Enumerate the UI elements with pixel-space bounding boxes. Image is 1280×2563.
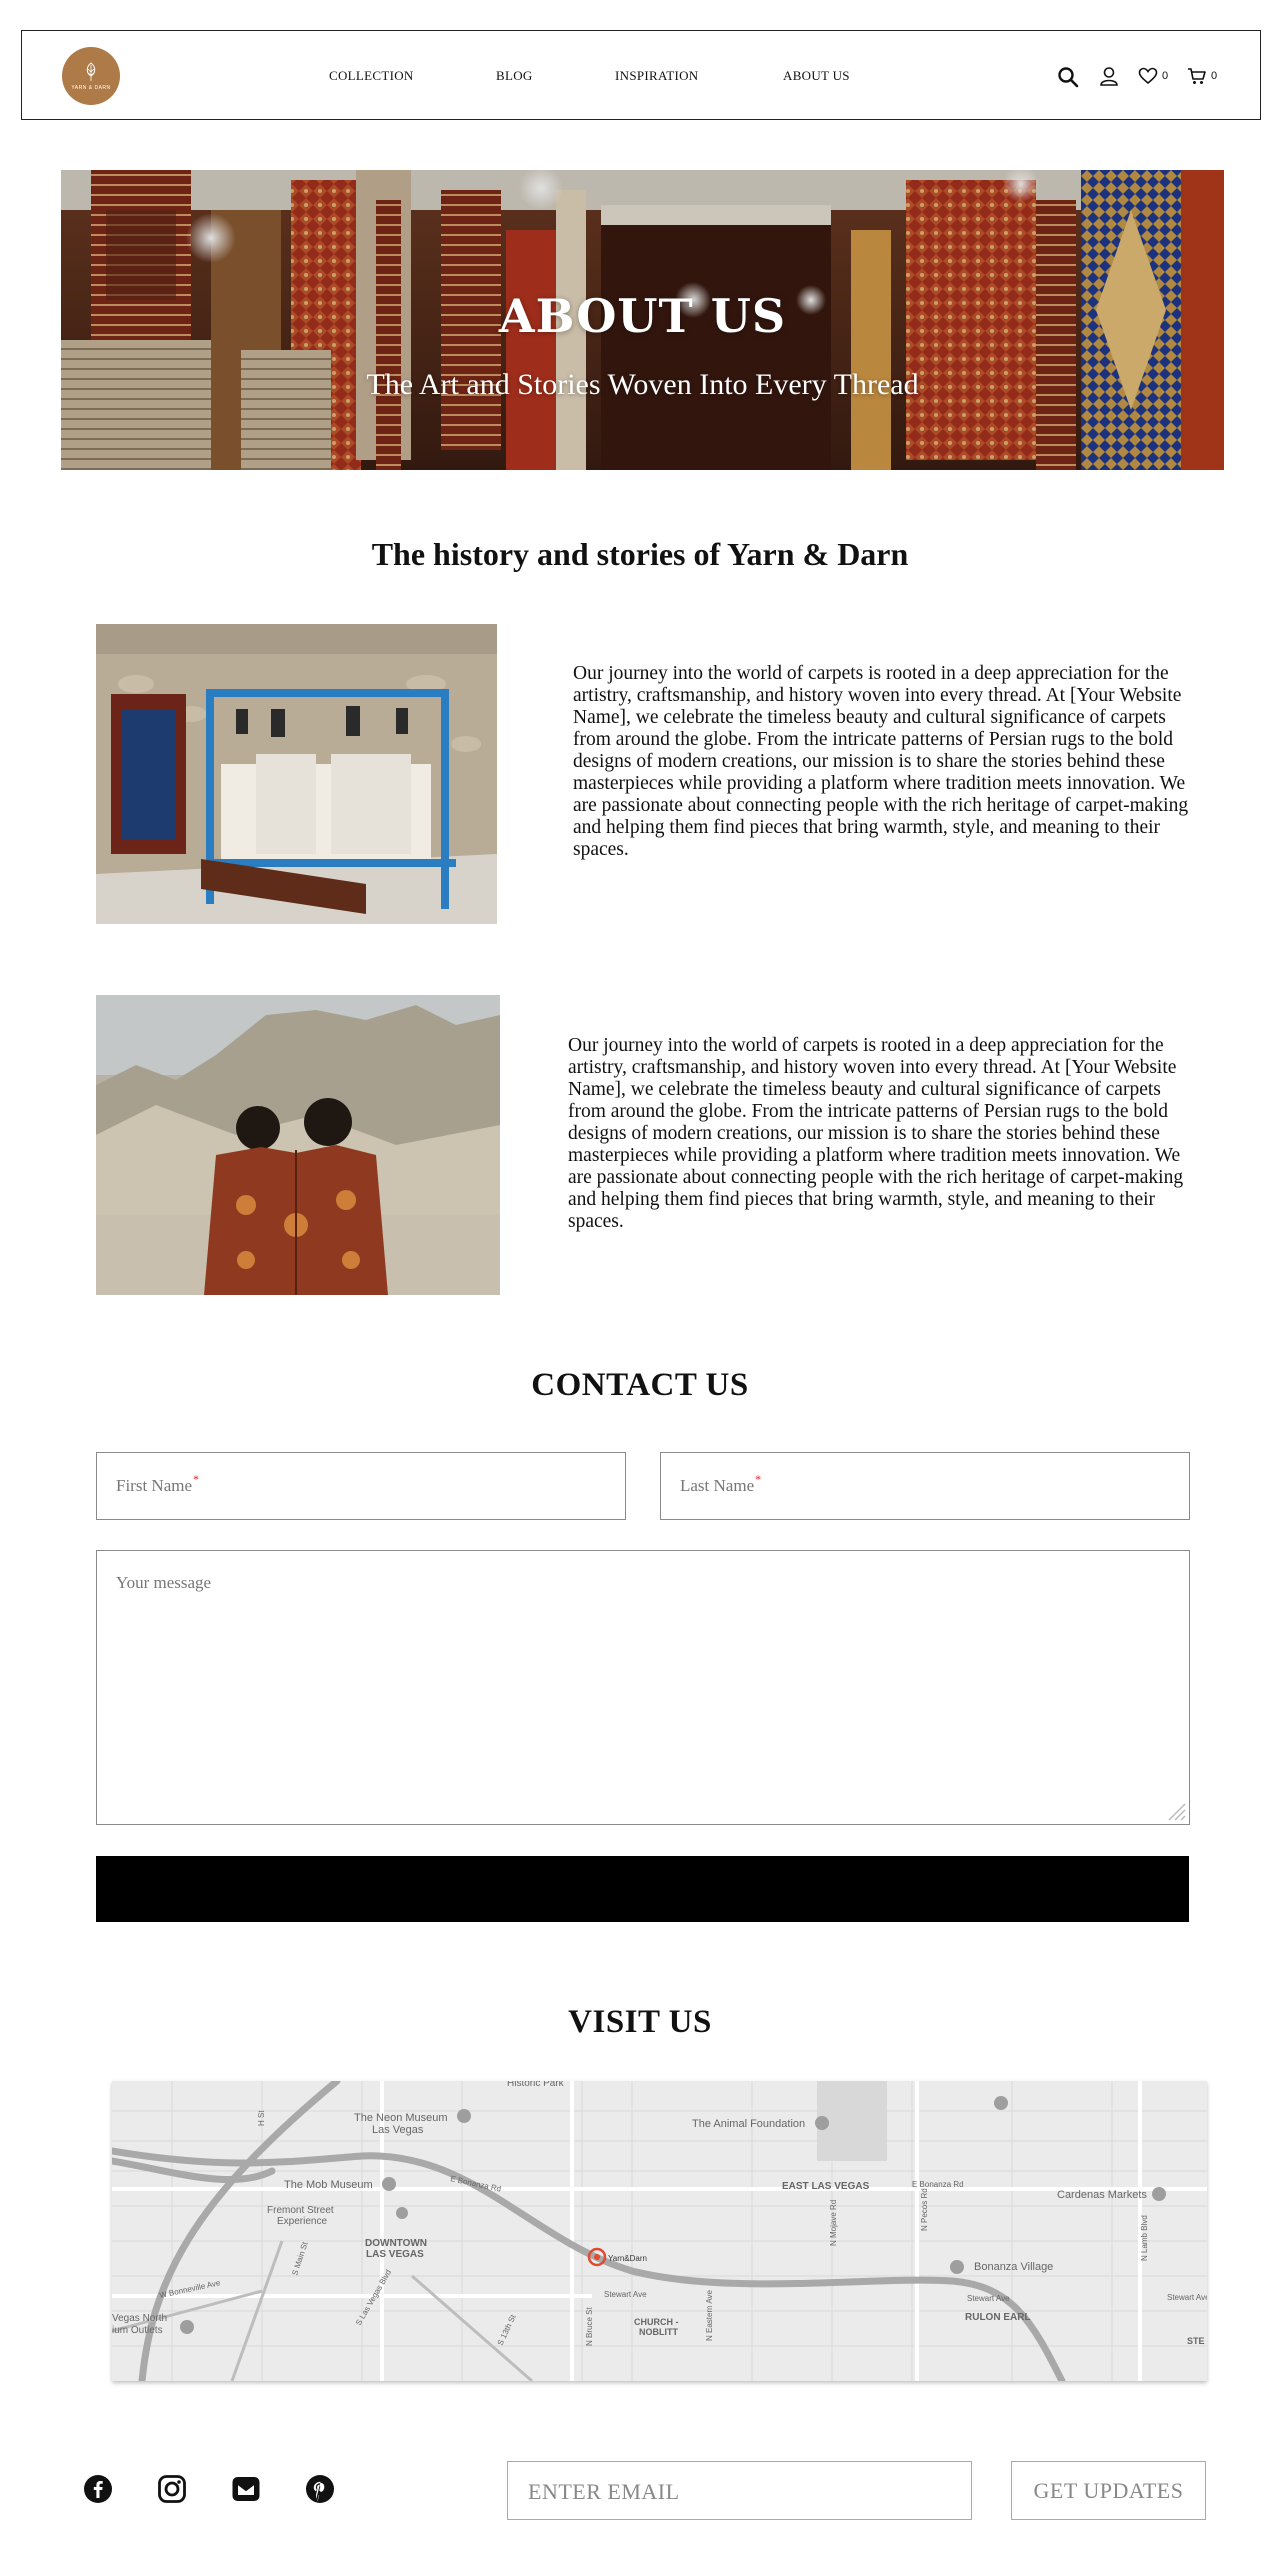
map-label-neon-museum-2: Las Vegas bbox=[372, 2124, 424, 2136]
wishlist-button[interactable]: 0 bbox=[1138, 67, 1168, 85]
site-header: YARN & DARN COLLECTION BLOG INSPIRATION … bbox=[21, 30, 1261, 120]
nav-inspiration[interactable]: INSPIRATION bbox=[615, 68, 698, 84]
map-label-n-eastern: N Eastern Ave bbox=[705, 2289, 714, 2341]
last-name-field[interactable]: Last Name* bbox=[660, 1452, 1190, 1520]
nav-collection[interactable]: COLLECTION bbox=[329, 68, 414, 84]
visit-title: VISIT US bbox=[568, 2004, 712, 2040]
loom-room-image bbox=[96, 624, 497, 924]
map-label-h-st: H St bbox=[257, 2110, 266, 2126]
account-button[interactable] bbox=[1099, 66, 1119, 87]
user-icon bbox=[1100, 67, 1118, 86]
brand-logo[interactable]: YARN & DARN bbox=[62, 47, 120, 105]
map-label-fremont: Fremont Street bbox=[267, 2205, 334, 2216]
required-mark: * bbox=[755, 1472, 762, 1486]
history-title: The history and stories of Yarn & Darn bbox=[371, 536, 909, 572]
nav-blog[interactable]: BLOG bbox=[496, 68, 533, 84]
message-placeholder: Your message bbox=[116, 1573, 212, 1592]
map-label-n-mojave: N Mojave Rd bbox=[829, 2200, 838, 2246]
instagram-link[interactable] bbox=[155, 2472, 189, 2506]
about-hero-banner: ABOUT US The Art and Stories Woven Into … bbox=[61, 170, 1224, 470]
map-label-church-2: NOBLITT bbox=[639, 2327, 678, 2337]
map-canvas: Historic Park The Neon Museum Las Vegas … bbox=[112, 2081, 1207, 2381]
map-label-vegas-north: Vegas North bbox=[112, 2313, 167, 2324]
map-label-pin: Yarn&Darn bbox=[608, 2254, 647, 2263]
map-label-n-bruce: N Bruce St bbox=[585, 2307, 594, 2346]
hero-subtitle: The Art and Stories Woven Into Every Thr… bbox=[366, 368, 919, 401]
map-label-vegas-north-2: ium Outlets bbox=[112, 2325, 163, 2336]
story-paragraph-2: Our journey into the world of carpets is… bbox=[568, 1035, 1184, 1232]
cart-button[interactable]: 0 bbox=[1187, 67, 1217, 85]
contact-title: CONTACT US bbox=[531, 1367, 749, 1403]
map-label-stewart-2: Stewart Ave bbox=[967, 2294, 1010, 2303]
search-icon bbox=[1058, 67, 1079, 88]
map-label-downtown-2: LAS VEGAS bbox=[366, 2249, 424, 2260]
mail-icon bbox=[232, 2477, 260, 2501]
map-label-neon-museum: The Neon Museum bbox=[354, 2112, 448, 2124]
map-label-rulon: RULON EARL bbox=[965, 2312, 1031, 2323]
resize-handle-icon[interactable] bbox=[1163, 1798, 1187, 1822]
cart-icon bbox=[1188, 68, 1206, 84]
map-label-stewart: Stewart Ave bbox=[604, 2290, 647, 2299]
heart-icon bbox=[1138, 67, 1158, 85]
nav-about-us[interactable]: ABOUT US bbox=[783, 68, 850, 84]
map-label-n-lamb: N Lamb Blvd bbox=[1140, 2215, 1149, 2261]
logo-text: YARN & DARN bbox=[71, 85, 111, 91]
facebook-link[interactable] bbox=[81, 2472, 115, 2506]
map-label-mob-museum: The Mob Museum bbox=[284, 2179, 373, 2191]
map-label-n-pecos: N Pecos Rd bbox=[920, 2188, 929, 2231]
first-name-placeholder: First Name bbox=[116, 1476, 193, 1495]
last-name-placeholder: Last Name bbox=[680, 1476, 755, 1495]
hero-title: ABOUT US bbox=[498, 289, 787, 343]
map-label-bonanza-village: Bonanza Village bbox=[974, 2261, 1053, 2273]
pinterest-icon bbox=[306, 2475, 334, 2503]
email-placeholder: ENTER EMAIL bbox=[528, 2479, 680, 2504]
instagram-icon bbox=[158, 2475, 186, 2503]
location-map[interactable]: Historic Park The Neon Museum Las Vegas … bbox=[112, 2081, 1207, 2381]
message-textarea[interactable]: Your message bbox=[96, 1550, 1190, 1825]
newsletter-email-input[interactable]: ENTER EMAIL bbox=[507, 2461, 972, 2520]
story-paragraph-1: Our journey into the world of carpets is… bbox=[573, 663, 1189, 860]
get-updates-button[interactable]: GET UPDATES bbox=[1011, 2461, 1206, 2520]
map-label-stewart-3: Stewart Ave bbox=[1167, 2293, 1207, 2302]
map-label-historic-park: Historic Park bbox=[507, 2081, 565, 2089]
map-label-church: CHURCH - bbox=[634, 2317, 679, 2327]
required-mark: * bbox=[193, 1472, 200, 1486]
map-label-ste: STE bbox=[1187, 2336, 1205, 2346]
submit-button[interactable] bbox=[96, 1856, 1189, 1922]
map-label-east-lv: EAST LAS VEGAS bbox=[782, 2181, 870, 2192]
email-link[interactable] bbox=[229, 2472, 263, 2506]
facebook-icon bbox=[84, 2475, 112, 2503]
wishlist-count: 0 bbox=[1162, 70, 1169, 82]
map-label-fremont-2: Experience bbox=[277, 2216, 327, 2227]
map-label-downtown: DOWNTOWN bbox=[365, 2238, 427, 2249]
first-name-field[interactable]: First Name* bbox=[96, 1452, 626, 1520]
map-label-animal-foundation: The Animal Foundation bbox=[692, 2118, 805, 2130]
pinterest-link[interactable] bbox=[303, 2472, 337, 2506]
map-label-bonanza-rd-2: E Bonanza Rd bbox=[912, 2180, 964, 2189]
search-button[interactable] bbox=[1057, 66, 1079, 88]
map-label-cardenas: Cardenas Markets bbox=[1057, 2189, 1147, 2201]
cart-count: 0 bbox=[1211, 70, 1218, 82]
logo-tree-icon bbox=[86, 62, 96, 81]
desert-weavers-image bbox=[96, 995, 500, 1295]
